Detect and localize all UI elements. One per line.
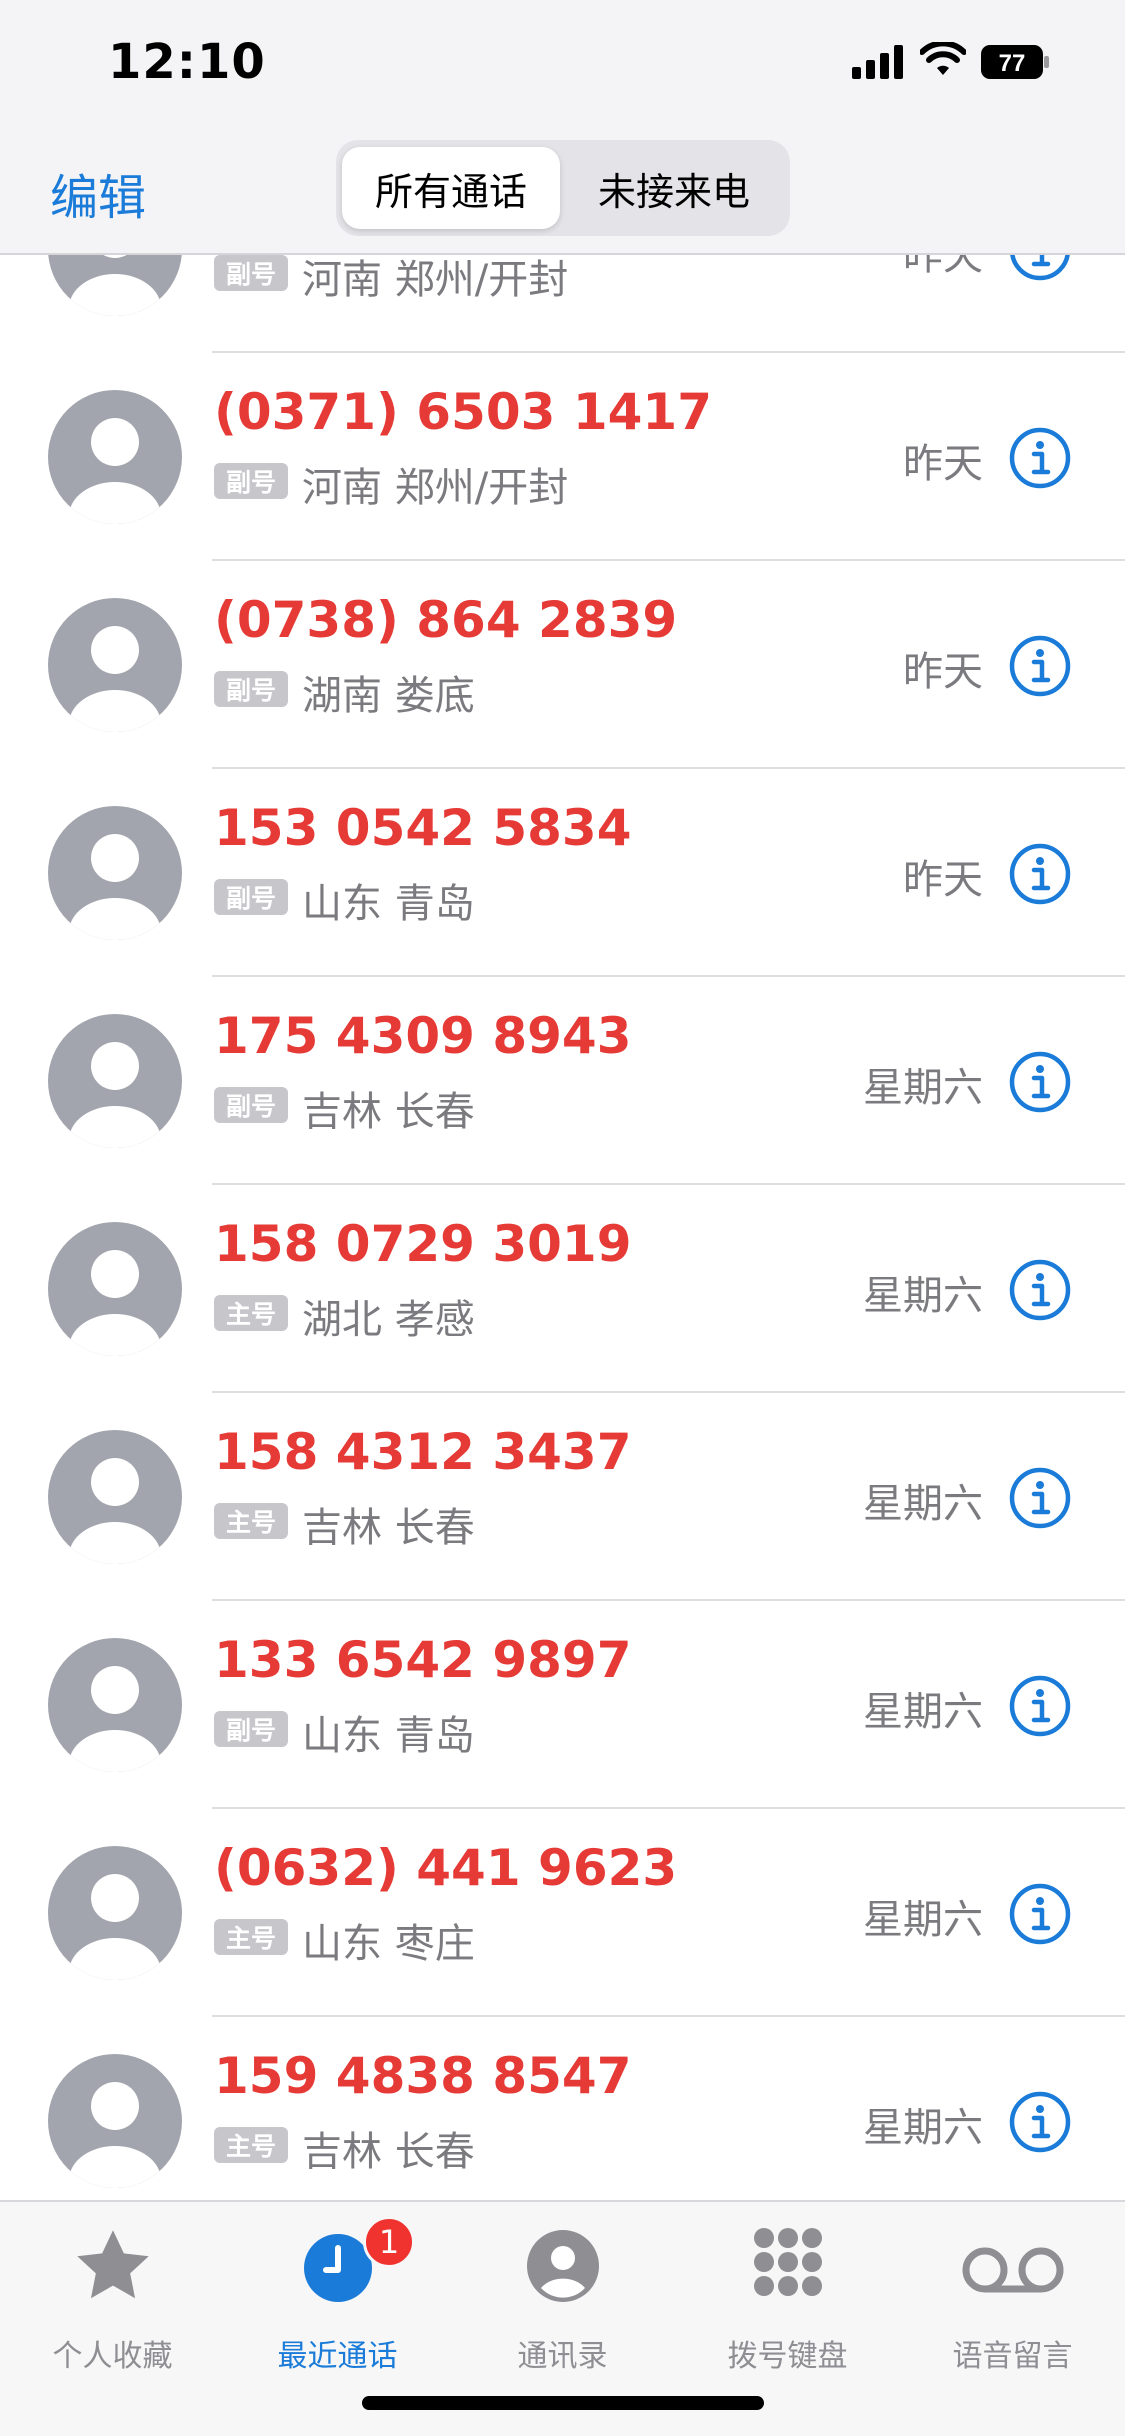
- tab-favorites[interactable]: 个人收藏: [0, 2216, 225, 2386]
- info-icon[interactable]: [1008, 1258, 1072, 1322]
- call-row[interactable]: 153 0542 5834 副号 山东 青岛 昨天: [0, 769, 1125, 977]
- caller-location: 河南 郑州/开封: [302, 257, 569, 303]
- status-time: 12:10: [108, 34, 266, 90]
- line-badge: 主号: [214, 2127, 288, 2163]
- tab-label: 通讯录: [517, 2339, 608, 2374]
- contact-avatar-icon: [48, 598, 182, 732]
- contact-avatar-icon: [48, 1222, 182, 1356]
- tab-label: 拨号键盘: [727, 2339, 848, 2374]
- call-time: 星期六: [863, 2105, 983, 2151]
- caller-location: 吉林 长春: [302, 2129, 475, 2175]
- contact-avatar-icon: [48, 1014, 182, 1148]
- caller-number: 175 4309 8943: [214, 1007, 632, 1065]
- info-icon[interactable]: [1008, 1674, 1072, 1738]
- call-row[interactable]: (0371) 6137 7384副号河南 郑州/开封昨天: [0, 255, 1125, 353]
- contact-avatar-icon: [48, 806, 182, 940]
- wifi-icon: [920, 42, 966, 75]
- line-badge: 主号: [214, 1503, 288, 1539]
- caller-number: 158 4312 3437: [214, 1423, 632, 1481]
- info-icon[interactable]: [1008, 1882, 1072, 1946]
- recent-calls-list[interactable]: (0371) 6137 7384副号河南 郑州/开封昨天(0371) 6503 …: [0, 255, 1125, 2200]
- info-icon[interactable]: [1008, 255, 1072, 282]
- call-time: 昨天: [903, 649, 983, 695]
- caller-location: 河南 郑州/开封: [302, 465, 569, 511]
- caller-location: 山东 青岛: [302, 1713, 475, 1759]
- caller-location: 山东 枣庄: [302, 1921, 475, 1967]
- line-badge: 主号: [214, 1295, 288, 1331]
- call-row[interactable]: 159 4838 8547 主号 吉林 长春 星期六: [0, 2017, 1125, 2200]
- home-indicator: [362, 2396, 764, 2410]
- call-row[interactable]: 158 0729 3019 主号 湖北 孝感 星期六: [0, 1185, 1125, 1393]
- call-time: 星期六: [863, 1481, 983, 1527]
- tab-contacts[interactable]: 通讯录: [450, 2216, 675, 2386]
- voicemail-icon: [962, 2247, 1063, 2293]
- contact-avatar-icon: [48, 390, 182, 524]
- battery-level: 77: [999, 50, 1026, 77]
- caller-location: 吉林 长春: [302, 1505, 475, 1551]
- segment-all-calls[interactable]: 所有通话: [342, 147, 560, 229]
- contact-avatar-icon: [48, 1430, 182, 1564]
- tab-keypad[interactable]: 拨号键盘: [675, 2216, 900, 2386]
- tab-label: 最近通话: [277, 2339, 398, 2374]
- line-badge: 副号: [214, 1711, 288, 1747]
- call-filter-segmented-control: 所有通话 未接来电: [336, 140, 790, 236]
- call-row[interactable]: (0738) 864 2839 副号 湖南 娄底 昨天: [0, 561, 1125, 769]
- info-icon[interactable]: [1008, 1050, 1072, 1114]
- missed-calls-badge: 1: [363, 2216, 415, 2268]
- segment-missed-calls[interactable]: 未接来电: [564, 147, 784, 229]
- cellular-signal-icon: [852, 45, 903, 79]
- caller-number: (0738) 864 2839: [214, 591, 678, 649]
- star-icon: [76, 2230, 149, 2299]
- info-icon[interactable]: [1008, 2090, 1072, 2154]
- contact-avatar-icon: [48, 2054, 182, 2188]
- contact-avatar-icon: [48, 1846, 182, 1980]
- call-row[interactable]: 133 6542 9897 副号 山东 青岛 星期六: [0, 1601, 1125, 1809]
- status-bar: 12:10 77: [0, 0, 1125, 130]
- edit-button[interactable]: 编辑: [50, 158, 146, 228]
- caller-number: 133 6542 9897: [214, 1631, 632, 1689]
- contact-avatar-icon: [48, 1638, 182, 1772]
- caller-number: (0632) 441 9623: [214, 1839, 678, 1897]
- call-row[interactable]: (0371) 6503 1417 副号 河南 郑州/开封 昨天: [0, 353, 1125, 561]
- keypad-icon: [753, 2228, 822, 2296]
- call-row[interactable]: 158 4312 3437 主号 吉林 长春 星期六: [0, 1393, 1125, 1601]
- tab-label: 个人收藏: [52, 2339, 173, 2374]
- line-badge: 副号: [214, 1087, 288, 1123]
- nav-header: 编辑 所有通话 未接来电: [0, 130, 1125, 255]
- line-badge: 副号: [214, 879, 288, 915]
- line-badge: 副号: [214, 463, 288, 499]
- battery-icon: 77: [981, 45, 1049, 79]
- tab-label: 语音留言: [952, 2339, 1073, 2374]
- caller-number: 158 0729 3019: [214, 1215, 632, 1273]
- info-icon[interactable]: [1008, 634, 1072, 698]
- caller-location: 山东 青岛: [302, 881, 475, 927]
- call-time: 昨天: [903, 441, 983, 487]
- call-time: 星期六: [863, 1273, 983, 1319]
- call-time: 星期六: [863, 1065, 983, 1111]
- call-time: 星期六: [863, 1897, 983, 1943]
- call-time: 昨天: [903, 255, 983, 279]
- call-row[interactable]: (0632) 441 9623 主号 山东 枣庄 星期六: [0, 1809, 1125, 2017]
- caller-number: (0371) 6503 1417: [214, 383, 712, 441]
- caller-location: 湖南 娄底: [302, 673, 475, 719]
- line-badge: 副号: [214, 255, 288, 291]
- tab-recents[interactable]: 1 最近通话: [225, 2216, 450, 2386]
- caller-number: 159 4838 8547: [214, 2047, 632, 2105]
- call-time: 星期六: [863, 1689, 983, 1735]
- info-icon[interactable]: [1008, 426, 1072, 490]
- call-row[interactable]: 175 4309 8943 副号 吉林 长春 星期六: [0, 977, 1125, 1185]
- caller-location: 吉林 长春: [302, 1089, 475, 1135]
- call-time: 昨天: [903, 857, 983, 903]
- contact-icon: [526, 2230, 599, 2302]
- info-icon[interactable]: [1008, 1466, 1072, 1530]
- contact-avatar-icon: [48, 255, 182, 316]
- phone-recents-screen: 12:10 77 编辑 所有通话 未接来电 (0371) 6137 7384副号…: [0, 0, 1125, 2436]
- tab-voicemail[interactable]: 语音留言: [900, 2216, 1125, 2386]
- line-badge: 副号: [214, 671, 288, 707]
- line-badge: 主号: [214, 1919, 288, 1955]
- info-icon[interactable]: [1008, 842, 1072, 906]
- caller-number: 153 0542 5834: [214, 799, 632, 857]
- caller-location: 湖北 孝感: [302, 1297, 475, 1343]
